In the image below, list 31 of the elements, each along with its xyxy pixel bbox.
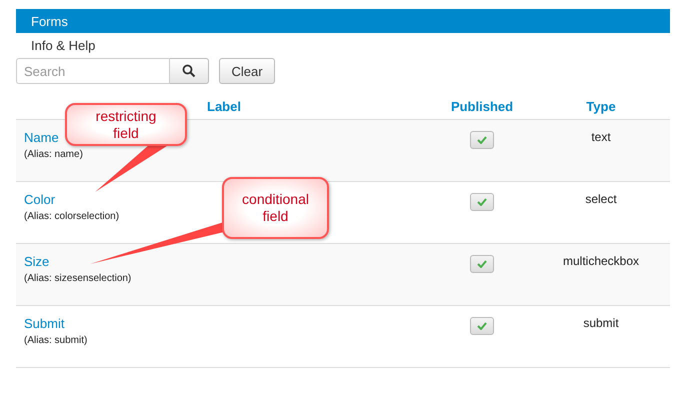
search-field[interactable]: Search <box>16 58 170 84</box>
column-header[interactable]: Type <box>586 99 616 114</box>
alias-text: (Alias: colorselection) <box>24 210 120 224</box>
column-header[interactable]: Published <box>450 99 514 114</box>
alias-text: (Alias: sizesenselection) <box>24 272 132 286</box>
check-icon <box>477 260 487 268</box>
type-text: text <box>591 130 611 144</box>
check-icon <box>477 322 487 330</box>
published-toggle[interactable] <box>470 255 494 273</box>
type-text: submit <box>583 316 619 330</box>
field-link[interactable]: Name <box>24 129 59 146</box>
field-link[interactable]: Size <box>24 253 50 270</box>
page-title: Forms <box>31 14 68 28</box>
column-header[interactable]: Label <box>207 99 241 114</box>
published-toggle[interactable] <box>470 193 494 211</box>
alias-text: (Alias: name) <box>24 148 83 162</box>
type-text: multicheckbox <box>562 254 640 268</box>
type-text: select <box>585 192 617 206</box>
check-icon <box>477 136 487 144</box>
published-toggle[interactable] <box>470 317 494 335</box>
callout: conditional field <box>222 177 329 239</box>
clear-button[interactable]: Clear <box>219 58 275 84</box>
search-icon <box>182 64 196 78</box>
help-link[interactable]: Info & Help <box>31 38 96 53</box>
search-button[interactable] <box>170 58 209 84</box>
field-link[interactable]: Submit <box>24 315 64 332</box>
callout: restricting field <box>65 103 187 146</box>
alias-text: (Alias: submit) <box>24 334 88 348</box>
field-link[interactable]: Color <box>24 191 56 208</box>
published-toggle[interactable] <box>470 131 494 149</box>
check-icon <box>477 198 487 206</box>
